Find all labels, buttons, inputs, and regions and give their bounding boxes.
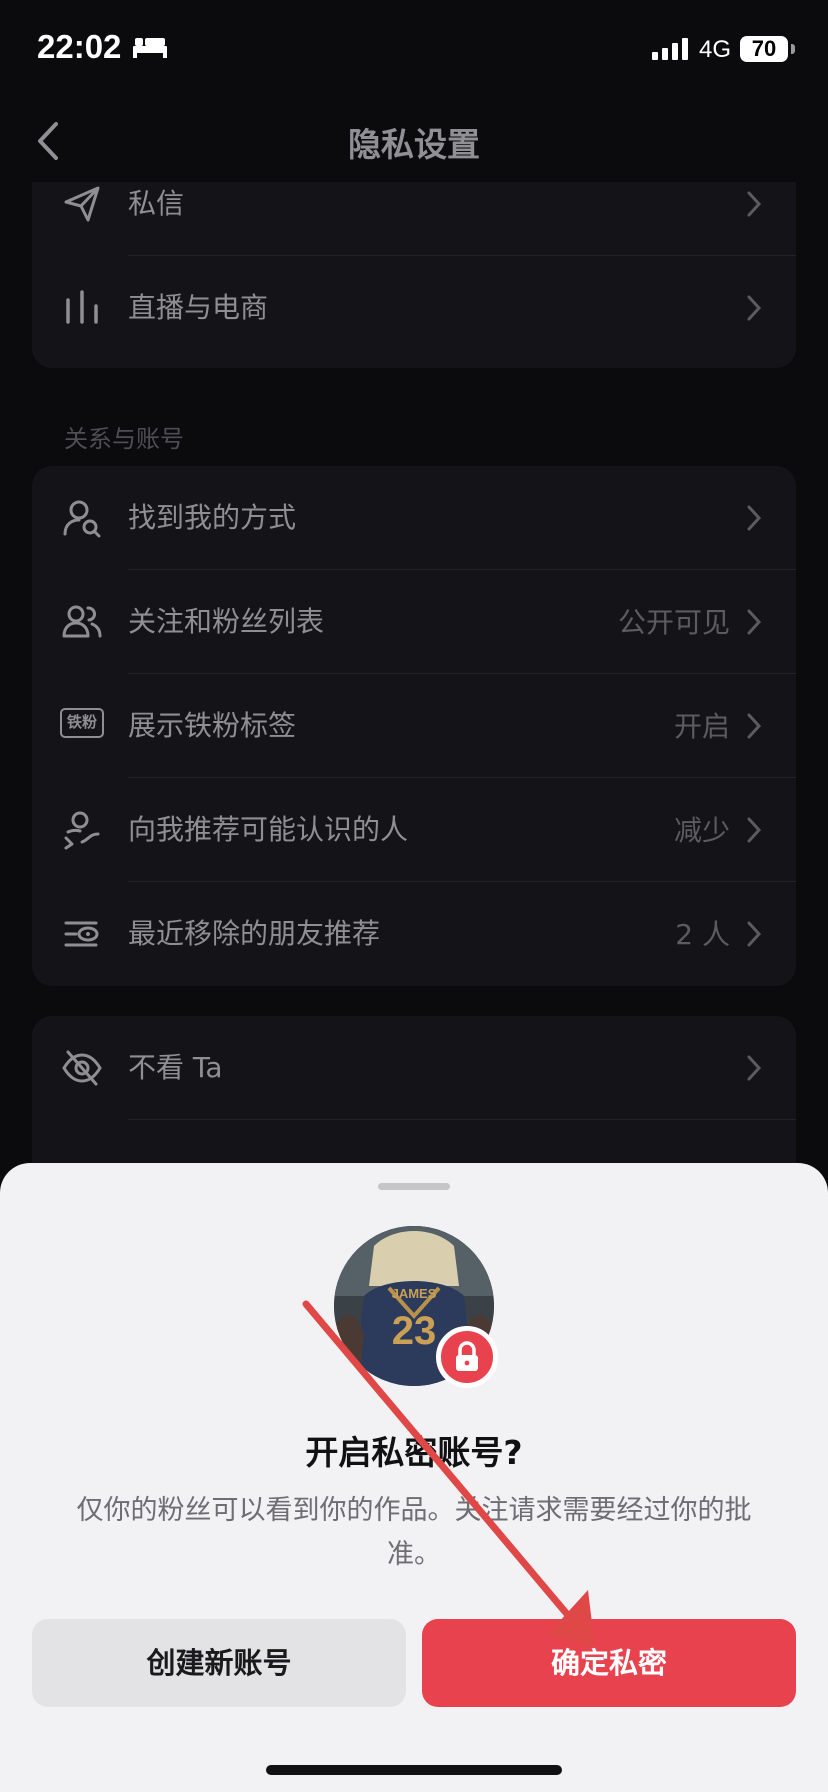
list-item[interactable]: 最近移除的朋友推荐 2 人 [32, 882, 796, 986]
person-link-icon [62, 810, 102, 850]
sheet-title: 开启私密账号? [305, 1433, 523, 1472]
list-item-value: 减少 [673, 814, 730, 847]
chevron-right-icon [746, 294, 762, 322]
list-item-label: 展示铁粉标签 [128, 709, 297, 742]
list-item-label: 找到我的方式 [128, 501, 297, 534]
list-item-label: 关注和粉丝列表 [128, 605, 325, 638]
list-item-label: 不看 Ta [128, 1051, 223, 1084]
chevron-right-icon [746, 190, 762, 218]
list-eye-icon [62, 914, 102, 954]
list-item-label: 直播与电商 [128, 291, 269, 324]
chevron-right-icon [746, 816, 762, 844]
list-item[interactable]: 向我推荐可能认识的人 减少 [32, 778, 796, 882]
people-icon [62, 602, 102, 642]
list-item[interactable]: 找到我的方式 [32, 466, 796, 570]
list-item[interactable]: 直播与电商 [32, 256, 796, 360]
list-item-label: 最近移除的朋友推荐 [128, 917, 381, 950]
list-item-label: 私信 [128, 187, 185, 220]
chevron-right-icon [746, 920, 762, 948]
list-item-value: 开启 [673, 710, 730, 743]
chevron-right-icon [746, 504, 762, 532]
chevron-right-icon [746, 712, 762, 740]
status-bar: 22:02 4G 70 [0, 0, 828, 100]
bars-icon [62, 288, 102, 328]
paper-plane-icon [62, 184, 102, 224]
list-item[interactable]: 铁粉 展示铁粉标签 开启 [32, 674, 796, 778]
status-time: 22:02 [37, 28, 122, 65]
nav-bar: 隐私设置 [0, 100, 828, 182]
avatar-jersey-name: JAMES [392, 1286, 437, 1301]
home-indicator[interactable] [266, 1765, 562, 1775]
list-item[interactable]: 关注和粉丝列表 公开可见 [32, 570, 796, 674]
drag-handle[interactable] [378, 1183, 450, 1190]
person-search-icon [62, 498, 102, 538]
settings-card-top: 私信 直播与电商 [32, 182, 796, 368]
list-item-value: 公开可见 [617, 606, 730, 639]
battery-icon: 70 [740, 36, 788, 62]
chevron-right-icon [746, 1054, 762, 1082]
section-title: 关系与账号 [64, 425, 184, 453]
settings-card-relations: 找到我的方式 关注和粉丝列表 公开可见 铁粉 展示铁粉标签 开启 向我推荐可能认… [32, 466, 796, 986]
private-account-sheet: JAMES 23 开启私密账号? 仅你的粉丝可以看到你的作品。关注请求需要经过你… [0, 1163, 828, 1792]
network-type: 4G [699, 36, 732, 63]
list-item[interactable]: 私信 [32, 182, 796, 256]
divider [128, 1119, 796, 1120]
eye-off-icon [62, 1048, 102, 1088]
lock-icon [436, 1326, 498, 1388]
page-title: 隐私设置 [348, 125, 480, 164]
sheet-description: 仅你的粉丝可以看到你的作品。关注请求需要经过你的批准。 [76, 1495, 752, 1570]
avatar-jersey-number: 23 [392, 1309, 437, 1353]
list-item[interactable]: 不看 Ta [32, 1016, 796, 1120]
list-item-label: 向我推荐可能认识的人 [128, 813, 409, 846]
chevron-right-icon [746, 608, 762, 636]
list-item-value: 2 人 [675, 918, 730, 951]
signal-icon [652, 38, 690, 64]
battery-tip [791, 44, 795, 54]
bed-icon [133, 36, 167, 62]
confirm-private-button[interactable]: 确定私密 [422, 1619, 796, 1707]
create-new-account-button[interactable]: 创建新账号 [32, 1619, 406, 1707]
fan-badge-icon: 铁粉 [60, 708, 104, 738]
